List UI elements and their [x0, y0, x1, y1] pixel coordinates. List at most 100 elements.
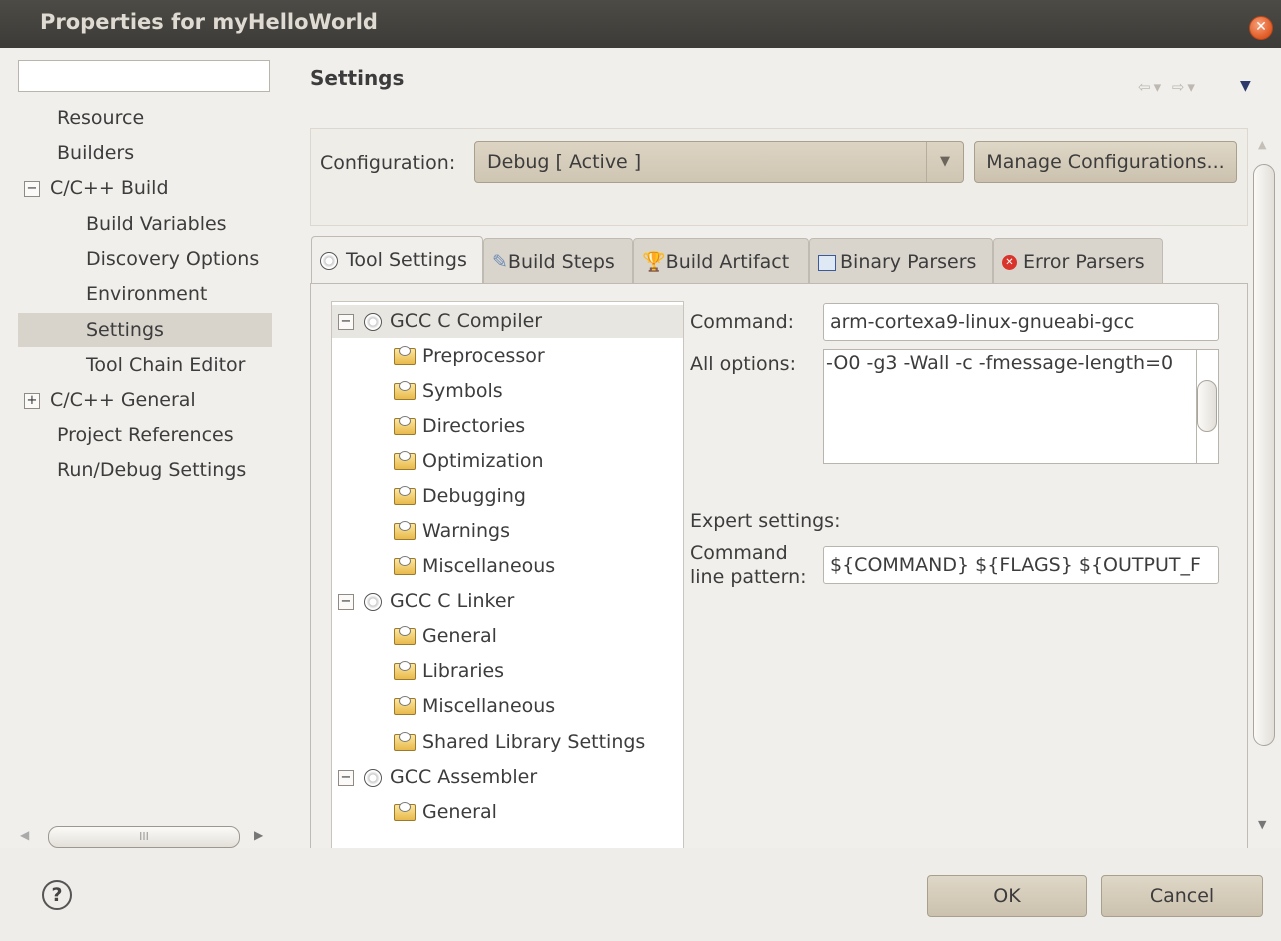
- tree-item-label: Miscellaneous: [422, 695, 556, 717]
- tab-error-parsers[interactable]: ✕ Error Parsers: [993, 238, 1163, 284]
- scroll-thumb[interactable]: [1253, 164, 1275, 746]
- tab-build-artifact[interactable]: 🏆Build Artifact: [633, 238, 809, 284]
- tab-binary-parsers[interactable]: Binary Parsers: [809, 238, 993, 284]
- tree-item-shared-library-settings[interactable]: Shared Library Settings: [394, 726, 645, 759]
- scroll-thumb[interactable]: [1197, 380, 1217, 432]
- command-label: Command:: [690, 311, 795, 333]
- dropdown-arrow-icon[interactable]: ▼: [926, 142, 963, 182]
- settings-folder-icon: [394, 556, 416, 575]
- tree-item-label: GCC C Linker: [390, 590, 515, 612]
- command-line-pattern-label: Command line pattern:: [690, 541, 807, 589]
- window-title: Properties for myHelloWorld: [40, 10, 378, 34]
- tab-label: Binary Parsers: [840, 251, 977, 273]
- tree-item-general[interactable]: General: [394, 620, 497, 653]
- command-input[interactable]: arm-cortexa9-linux-gnueabi-gcc: [823, 303, 1219, 341]
- tree-item-label: Debugging: [422, 485, 526, 507]
- tool-settings-tree[interactable]: − GCC C Compiler Preprocessor Symbols Dir…: [331, 301, 684, 861]
- settings-folder-icon: [394, 521, 416, 540]
- tab-label: Error Parsers: [1023, 251, 1145, 273]
- dialog-footer: [0, 848, 1281, 941]
- tree-item-directories[interactable]: Directories: [394, 410, 525, 443]
- settings-folder-icon: [394, 661, 416, 680]
- error-icon: ✕: [1002, 255, 1017, 270]
- expand-icon[interactable]: +: [24, 392, 40, 409]
- nav-item-label: Run/Debug Settings: [57, 459, 247, 481]
- collapse-icon[interactable]: −: [24, 180, 40, 197]
- nav-item-run-debug-settings[interactable]: Run/Debug Settings: [57, 453, 246, 487]
- collapse-icon[interactable]: −: [338, 769, 354, 786]
- tree-item-libraries[interactable]: Libraries: [394, 655, 504, 688]
- nav-item-build-variables[interactable]: Build Variables: [86, 207, 227, 241]
- tab-label: Build Steps: [507, 251, 615, 273]
- tree-item-gcc-assembler[interactable]: − GCC Assembler: [338, 761, 537, 794]
- nav-item-tool-chain-editor[interactable]: Tool Chain Editor: [86, 348, 246, 382]
- settings-folder-icon: [394, 696, 416, 715]
- wand-icon: ✎: [492, 251, 508, 273]
- tree-item-symbols[interactable]: Symbols: [394, 375, 503, 408]
- settings-folder-icon: [394, 802, 416, 821]
- help-icon[interactable]: ?: [42, 880, 72, 910]
- tree-item-miscellaneous[interactable]: Miscellaneous: [394, 690, 555, 723]
- nav-item-label: Project References: [57, 424, 234, 446]
- tree-item-miscellaneous[interactable]: Miscellaneous: [394, 550, 555, 583]
- tab-label: Tool Settings: [346, 249, 467, 271]
- tree-item-label: GCC C Compiler: [390, 310, 543, 332]
- collapse-icon[interactable]: −: [338, 313, 354, 330]
- expert-settings-label: Expert settings:: [690, 510, 841, 532]
- nav-item-resource[interactable]: Resource: [57, 101, 144, 135]
- tree-item-preprocessor[interactable]: Preprocessor: [394, 340, 545, 373]
- tree-item-optimization[interactable]: Optimization: [394, 445, 544, 478]
- nav-item-label: C/C++ General: [50, 389, 196, 411]
- nav-item-builders[interactable]: Builders: [57, 136, 134, 170]
- tab-tool-settings[interactable]: Tool Settings: [311, 236, 483, 285]
- settings-folder-icon: [394, 486, 416, 505]
- tab-build-steps[interactable]: ✎Build Steps: [483, 238, 633, 284]
- nav-item-environment[interactable]: Environment: [86, 277, 207, 311]
- cancel-button[interactable]: Cancel: [1101, 875, 1263, 917]
- nav-item-settings[interactable]: Settings: [18, 313, 272, 347]
- all-options-textarea[interactable]: -O0 -g3 -Wall -c -fmessage-length=0: [823, 349, 1197, 464]
- settings-folder-icon: [394, 451, 416, 470]
- scroll-down-icon[interactable]: ▼: [1258, 818, 1266, 831]
- nav-item-label: Tool Chain Editor: [86, 354, 246, 376]
- close-icon[interactable]: ✕: [1249, 16, 1273, 40]
- back-forward-icon[interactable]: ⇦▾ ⇨▾: [1138, 78, 1198, 96]
- page-title: Settings: [310, 66, 405, 90]
- manage-configurations-button[interactable]: Manage Configurations...: [974, 141, 1237, 183]
- scroll-left-icon[interactable]: ◀: [20, 828, 29, 842]
- nav-item-cc-general[interactable]: + C/C++ General: [24, 383, 196, 417]
- nav-item-label: Environment: [86, 283, 208, 305]
- tree-item-gcc-c-linker[interactable]: − GCC C Linker: [338, 585, 514, 618]
- configuration-label: Configuration:: [320, 152, 456, 174]
- scroll-up-icon[interactable]: ▲: [1258, 138, 1266, 151]
- tree-item-general[interactable]: General: [394, 796, 497, 829]
- tab-label: Build Artifact: [665, 251, 790, 273]
- settings-folder-icon: [394, 626, 416, 645]
- tree-item-debugging[interactable]: Debugging: [394, 480, 526, 513]
- tree-item-label: Warnings: [422, 520, 511, 542]
- gear-icon: [320, 251, 338, 270]
- configuration-select[interactable]: Debug [ Active ] ▼: [474, 141, 964, 183]
- options-scrollbar[interactable]: [1197, 349, 1219, 464]
- nav-item-discovery-options[interactable]: Discovery Options: [86, 242, 259, 276]
- view-menu-icon[interactable]: ▼: [1240, 78, 1251, 94]
- trophy-icon: 🏆: [642, 251, 666, 273]
- filter-input[interactable]: [18, 60, 270, 92]
- nav-item-project-references[interactable]: Project References: [57, 418, 234, 452]
- main-vertical-scrollbar[interactable]: ▲ ▼: [1250, 128, 1278, 838]
- nav-item-cc-build[interactable]: − C/C++ Build: [24, 171, 169, 205]
- nav-item-label: Build Variables: [86, 213, 227, 235]
- scroll-thumb[interactable]: III: [48, 826, 240, 848]
- nav-item-label: Resource: [57, 107, 145, 129]
- command-line-pattern-input[interactable]: ${COMMAND} ${FLAGS} ${OUTPUT_F: [823, 546, 1219, 584]
- tree-item-warnings[interactable]: Warnings: [394, 515, 510, 548]
- nav-item-label: Settings: [86, 319, 164, 341]
- tree-item-gcc-c-compiler[interactable]: − GCC C Compiler: [332, 305, 683, 338]
- gear-icon: [364, 592, 382, 611]
- collapse-icon[interactable]: −: [338, 593, 354, 610]
- pattern-label-line: line pattern:: [690, 566, 807, 588]
- scroll-right-icon[interactable]: ▶: [254, 828, 263, 842]
- tree-item-label: GCC Assembler: [390, 766, 538, 788]
- ok-button[interactable]: OK: [927, 875, 1087, 917]
- tree-item-label: General: [422, 801, 497, 823]
